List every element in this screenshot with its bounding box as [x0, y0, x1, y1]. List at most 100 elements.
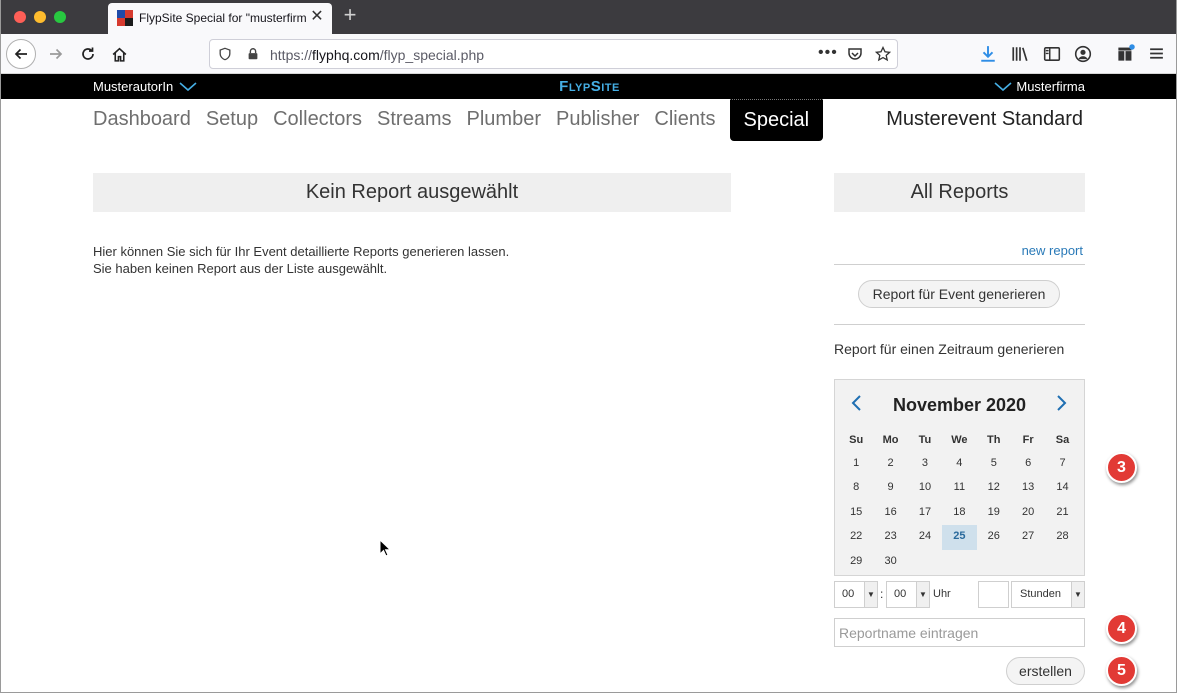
hour-select[interactable]: 00 ▼ [834, 581, 878, 608]
calendar-day[interactable]: 11 [942, 476, 976, 500]
calendar-day[interactable]: 10 [908, 476, 942, 500]
account-icon[interactable] [1074, 45, 1092, 63]
duration-input[interactable] [978, 581, 1009, 608]
calendar-day[interactable]: 22 [839, 525, 873, 549]
nav-clients[interactable]: Clients [654, 99, 715, 141]
step-badge: 3 [1106, 452, 1137, 483]
back-button[interactable] [6, 39, 36, 69]
weekday-header: Su Mo Tu We Th Fr Sa [839, 432, 1080, 452]
sidebar-icon[interactable] [1043, 45, 1061, 63]
nav-streams[interactable]: Streams [377, 99, 451, 141]
new-report-link[interactable]: new report [1022, 243, 1083, 258]
calendar-day[interactable]: 30 [873, 550, 907, 574]
home-button[interactable] [104, 39, 134, 69]
next-month-button[interactable] [1051, 393, 1071, 413]
nav-plumber[interactable]: Plumber [467, 99, 541, 141]
calendar-day[interactable]: 4 [942, 452, 976, 476]
download-icon[interactable] [979, 45, 997, 63]
date-picker: November 2020 Su Mo Tu We Th Fr Sa 1 2 3… [834, 379, 1085, 576]
duration-unit-select[interactable]: Stunden ▼ [1011, 581, 1085, 608]
calendar-week: 8 9 10 11 12 13 14 [839, 476, 1080, 500]
company-name: Musterfirma [1016, 79, 1085, 94]
company-menu[interactable]: Musterfirma [994, 79, 1085, 94]
minute-select[interactable]: 00 ▼ [886, 581, 930, 608]
report-panel-heading: Kein Report ausgewählt [93, 173, 731, 212]
calendar-day[interactable]: 1 [839, 452, 873, 476]
close-window-button[interactable] [14, 11, 26, 23]
pocket-icon[interactable] [847, 46, 863, 62]
zoom-window-button[interactable] [54, 11, 66, 23]
url-host: flyphq.com [312, 47, 380, 63]
generate-event-report-button[interactable]: Report für Event generieren [858, 280, 1060, 308]
caret-down-icon: ▼ [916, 582, 929, 607]
report-name-input[interactable] [834, 618, 1085, 647]
calendar-day[interactable]: 24 [908, 525, 942, 549]
calendar-day[interactable]: 28 [1045, 525, 1079, 549]
calendar-day[interactable]: 9 [873, 476, 907, 500]
calendar-week: 22 23 24 25 26 27 28 [839, 525, 1080, 550]
calendar-day[interactable]: 13 [1011, 476, 1045, 500]
url-path: /flyp_special.php [379, 47, 485, 63]
brand-logo[interactable]: FlypSite [559, 78, 620, 95]
caret-down-icon: ▼ [864, 582, 877, 607]
calendar-day[interactable]: 6 [1011, 452, 1045, 476]
calendar-day[interactable]: 3 [908, 452, 942, 476]
calendar-week: 29 30 [839, 550, 1080, 574]
forward-button[interactable] [41, 39, 71, 69]
browser-tab[interactable]: FlypSite Special for "musterfirma" ✕ [108, 3, 332, 34]
shield-icon[interactable] [218, 47, 232, 61]
title-bar: FlypSite Special for "musterfirma" ✕ + [1, 0, 1176, 34]
close-tab-icon[interactable]: ✕ [308, 8, 326, 26]
chevron-right-icon [1057, 395, 1067, 411]
calendar-day[interactable]: 12 [977, 476, 1011, 500]
nav-publisher[interactable]: Publisher [556, 99, 639, 141]
calendar-day[interactable]: 29 [839, 550, 873, 574]
calendar-day[interactable]: 21 [1045, 501, 1079, 525]
step-badge: 5 [1106, 655, 1137, 686]
create-report-button[interactable]: erstellen [1006, 657, 1085, 685]
library-icon[interactable] [1011, 45, 1029, 63]
nav-special[interactable]: Special [729, 99, 824, 141]
calendar-day[interactable]: 16 [873, 501, 907, 525]
calendar-day[interactable]: 27 [1011, 525, 1045, 549]
user-name: MusterautorIn [93, 79, 174, 94]
calendar-day[interactable]: 20 [1011, 501, 1045, 525]
chevron-down-icon [994, 81, 1012, 91]
intro-line: Hier können Sie sich für Ihr Event detai… [93, 244, 510, 259]
calendar-day[interactable]: 7 [1045, 452, 1079, 476]
calendar-day[interactable]: 14 [1045, 476, 1079, 500]
event-selector[interactable]: Musterevent Standard [886, 108, 1083, 131]
extensions-icon[interactable] [1116, 44, 1135, 63]
calendar-day[interactable]: 15 [839, 501, 873, 525]
calendar-day[interactable]: 18 [942, 501, 976, 525]
chevron-down-icon [179, 81, 197, 91]
calendar-day[interactable]: 26 [977, 525, 1011, 549]
menu-icon[interactable] [1148, 45, 1165, 62]
lock-icon[interactable] [246, 47, 260, 61]
calendar-day[interactable]: 17 [908, 501, 942, 525]
arrow-left-icon [14, 48, 27, 60]
calendar-day[interactable]: 2 [873, 452, 907, 476]
all-reports-heading: All Reports [834, 173, 1085, 212]
url-text[interactable]: https://flyphq.com/flyp_special.php [270, 47, 484, 63]
new-tab-button[interactable]: + [339, 4, 361, 27]
nav-collectors[interactable]: Collectors [273, 99, 362, 141]
more-actions-icon[interactable]: ••• [818, 44, 838, 62]
bookmark-star-icon[interactable] [875, 46, 891, 62]
calendar-day[interactable]: 23 [873, 525, 907, 549]
calendar-day[interactable]: 19 [977, 501, 1011, 525]
weekday-label: Tu [918, 434, 932, 446]
calendar-day[interactable]: 8 [839, 476, 873, 500]
time-separator: : [880, 587, 884, 601]
nav-dashboard[interactable]: Dashboard [93, 99, 191, 141]
user-menu[interactable]: MusterautorIn [93, 79, 197, 94]
calendar-day-selected[interactable]: 25 [942, 525, 977, 550]
weekday-label: Mo [882, 434, 899, 446]
reload-button[interactable] [73, 39, 103, 69]
arrow-right-icon [50, 48, 63, 60]
nav-setup[interactable]: Setup [206, 99, 258, 141]
minimize-window-button[interactable] [34, 11, 46, 23]
calendar-day[interactable]: 5 [977, 452, 1011, 476]
url-bar[interactable]: https://flyphq.com/flyp_special.php ••• [209, 39, 898, 69]
reload-icon [82, 47, 94, 60]
